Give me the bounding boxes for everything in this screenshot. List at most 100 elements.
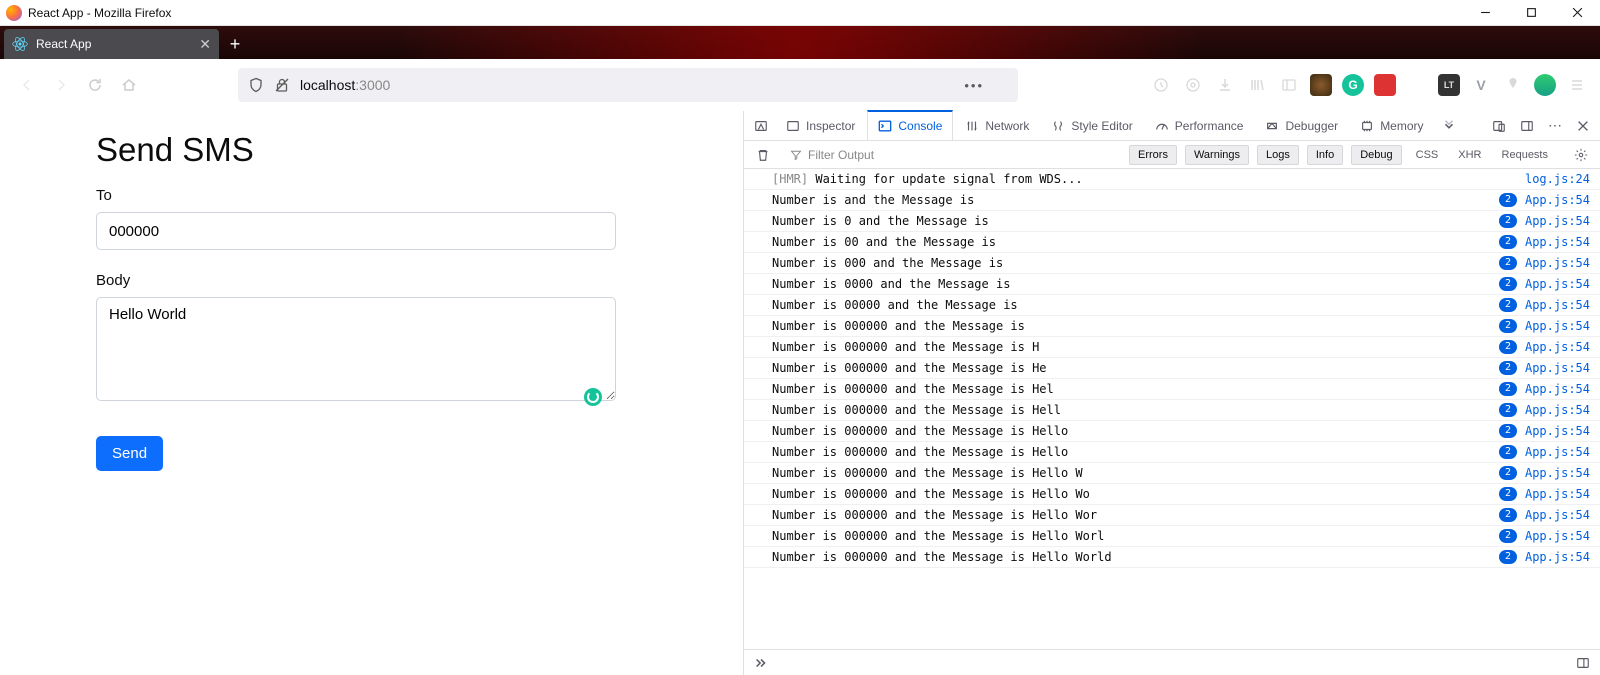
repeat-count-badge: 2 xyxy=(1499,403,1517,417)
clear-console-icon[interactable] xyxy=(750,142,776,168)
log-source-link[interactable]: App.js:54 xyxy=(1525,403,1590,417)
log-source-link[interactable]: App.js:54 xyxy=(1525,382,1590,396)
tracking-shield-icon[interactable] xyxy=(248,77,264,93)
tab-memory[interactable]: Memory xyxy=(1350,111,1433,141)
log-source-link[interactable]: App.js:54 xyxy=(1525,235,1590,249)
tab-debugger[interactable]: Debugger xyxy=(1255,111,1348,141)
log-source-link[interactable]: App.js:54 xyxy=(1525,445,1590,459)
log-source-link[interactable]: App.js:54 xyxy=(1525,466,1590,480)
extension-infinity-icon[interactable]: ∞ xyxy=(1406,74,1428,96)
extension-v-icon[interactable]: V xyxy=(1470,74,1492,96)
log-source-link[interactable]: App.js:54 xyxy=(1525,319,1590,333)
level-logs[interactable]: Logs xyxy=(1257,145,1299,165)
back-button[interactable] xyxy=(12,70,42,100)
extension-pin-icon[interactable] xyxy=(1502,74,1524,96)
console-log-row[interactable]: Number is 000000 and the Message is Hell… xyxy=(744,400,1600,421)
tab-performance[interactable]: Performance xyxy=(1145,111,1254,141)
page-title: Send SMS xyxy=(96,131,683,169)
sidebar-icon[interactable] xyxy=(1278,74,1300,96)
extension-gear-icon[interactable] xyxy=(1182,74,1204,96)
console-log-row[interactable]: Number is and the Message is 2App.js:54 xyxy=(744,190,1600,211)
tab-network[interactable]: Network xyxy=(955,111,1039,141)
log-source-link[interactable]: App.js:54 xyxy=(1525,487,1590,501)
tab-close-icon[interactable]: ✕ xyxy=(199,36,211,53)
log-source-link[interactable]: App.js:54 xyxy=(1525,298,1590,312)
body-textarea[interactable] xyxy=(96,297,616,401)
extension-1-icon[interactable] xyxy=(1310,74,1332,96)
console-log-row[interactable]: Number is 000000 and the Message is Hell… xyxy=(744,484,1600,505)
lock-insecure-icon[interactable] xyxy=(274,77,290,93)
browser-tab[interactable]: React App ✕ xyxy=(4,29,219,59)
console-log-row[interactable]: Number is 000000 and the Message is H2Ap… xyxy=(744,337,1600,358)
filter-requests[interactable]: Requests xyxy=(1496,149,1554,161)
console-log-row[interactable]: Number is 000000 and the Message is Hell… xyxy=(744,526,1600,547)
log-source-link[interactable]: App.js:54 xyxy=(1525,508,1590,522)
to-input[interactable] xyxy=(96,212,616,250)
forward-button[interactable] xyxy=(46,70,76,100)
history-icon[interactable] xyxy=(1150,74,1172,96)
log-source-link[interactable]: App.js:54 xyxy=(1525,214,1590,228)
console-log-row[interactable]: Number is 000000 and the Message is Hell… xyxy=(744,421,1600,442)
console-log-row[interactable]: Number is 000 and the Message is 2App.js… xyxy=(744,253,1600,274)
more-tabs-icon[interactable] xyxy=(1436,113,1462,139)
filter-output-input[interactable]: Filter Output xyxy=(784,148,984,162)
maximize-button[interactable] xyxy=(1508,0,1554,26)
account-icon[interactable] xyxy=(1534,74,1556,96)
tab-style-editor[interactable]: Style Editor xyxy=(1041,111,1142,141)
url-bar[interactable]: localhost:3000 ••• xyxy=(238,68,1018,102)
library-icon[interactable] xyxy=(1246,74,1268,96)
console-settings-icon[interactable] xyxy=(1568,142,1594,168)
level-info[interactable]: Info xyxy=(1307,145,1343,165)
send-button[interactable]: Send xyxy=(96,436,163,471)
iframe-picker-icon[interactable] xyxy=(748,113,774,139)
extension-red-icon[interactable] xyxy=(1374,74,1396,96)
log-source-link[interactable]: App.js:54 xyxy=(1525,256,1590,270)
close-button[interactable] xyxy=(1554,0,1600,26)
responsive-mode-icon[interactable] xyxy=(1486,113,1512,139)
console-output[interactable]: [HMR] Waiting for update signal from WDS… xyxy=(744,169,1600,649)
devtools-close-icon[interactable] xyxy=(1570,113,1596,139)
level-debug[interactable]: Debug xyxy=(1351,145,1401,165)
console-log-row[interactable]: Number is 0000 and the Message is 2App.j… xyxy=(744,274,1600,295)
console-log-row[interactable]: Number is 000000 and the Message is Hell… xyxy=(744,463,1600,484)
console-log-row[interactable]: Number is 000000 and the Message is Hel2… xyxy=(744,379,1600,400)
console-log-row[interactable]: Number is 000000 and the Message is Hell… xyxy=(744,547,1600,568)
console-log-row[interactable]: Number is 0 and the Message is 2App.js:5… xyxy=(744,211,1600,232)
reload-button[interactable] xyxy=(80,70,110,100)
split-console-icon[interactable] xyxy=(1576,656,1590,670)
extension-g-icon[interactable]: G xyxy=(1342,74,1364,96)
log-source-link[interactable]: log.js:24 xyxy=(1525,172,1590,186)
extension-lt-icon[interactable]: LT xyxy=(1438,74,1460,96)
minimize-button[interactable] xyxy=(1462,0,1508,26)
meatball-icon[interactable]: ••• xyxy=(964,78,984,93)
grammarly-icon[interactable] xyxy=(584,388,602,406)
console-input-row[interactable] xyxy=(744,649,1600,675)
log-source-link[interactable]: App.js:54 xyxy=(1525,529,1590,543)
tab-console[interactable]: Console xyxy=(867,110,953,140)
tab-inspector[interactable]: Inspector xyxy=(776,111,865,141)
log-source-link[interactable]: App.js:54 xyxy=(1525,361,1590,375)
app-menu-icon[interactable] xyxy=(1566,74,1588,96)
log-source-link[interactable]: App.js:54 xyxy=(1525,340,1590,354)
log-source-link[interactable]: App.js:54 xyxy=(1525,277,1590,291)
repeat-count-badge: 2 xyxy=(1499,277,1517,291)
console-log-row[interactable]: Number is 00 and the Message is 2App.js:… xyxy=(744,232,1600,253)
level-errors[interactable]: Errors xyxy=(1129,145,1177,165)
log-source-link[interactable]: App.js:54 xyxy=(1525,550,1590,564)
filter-xhr[interactable]: XHR xyxy=(1452,149,1487,161)
filter-css[interactable]: CSS xyxy=(1410,149,1445,161)
home-button[interactable] xyxy=(114,70,144,100)
console-log-row[interactable]: Number is 000000 and the Message is Hell… xyxy=(744,505,1600,526)
dock-side-icon[interactable] xyxy=(1514,113,1540,139)
log-source-link[interactable]: App.js:54 xyxy=(1525,424,1590,438)
console-log-row[interactable]: Number is 00000 and the Message is 2App.… xyxy=(744,295,1600,316)
console-log-row[interactable]: [HMR] Waiting for update signal from WDS… xyxy=(744,169,1600,190)
console-log-row[interactable]: Number is 000000 and the Message is 2App… xyxy=(744,316,1600,337)
downloads-icon[interactable] xyxy=(1214,74,1236,96)
log-source-link[interactable]: App.js:54 xyxy=(1525,193,1590,207)
devtools-meatball-icon[interactable]: ⋯ xyxy=(1542,113,1568,139)
console-log-row[interactable]: Number is 000000 and the Message is Hell… xyxy=(744,442,1600,463)
console-log-row[interactable]: Number is 000000 and the Message is He2A… xyxy=(744,358,1600,379)
level-warnings[interactable]: Warnings xyxy=(1185,145,1249,165)
new-tab-button[interactable]: + xyxy=(219,29,251,59)
